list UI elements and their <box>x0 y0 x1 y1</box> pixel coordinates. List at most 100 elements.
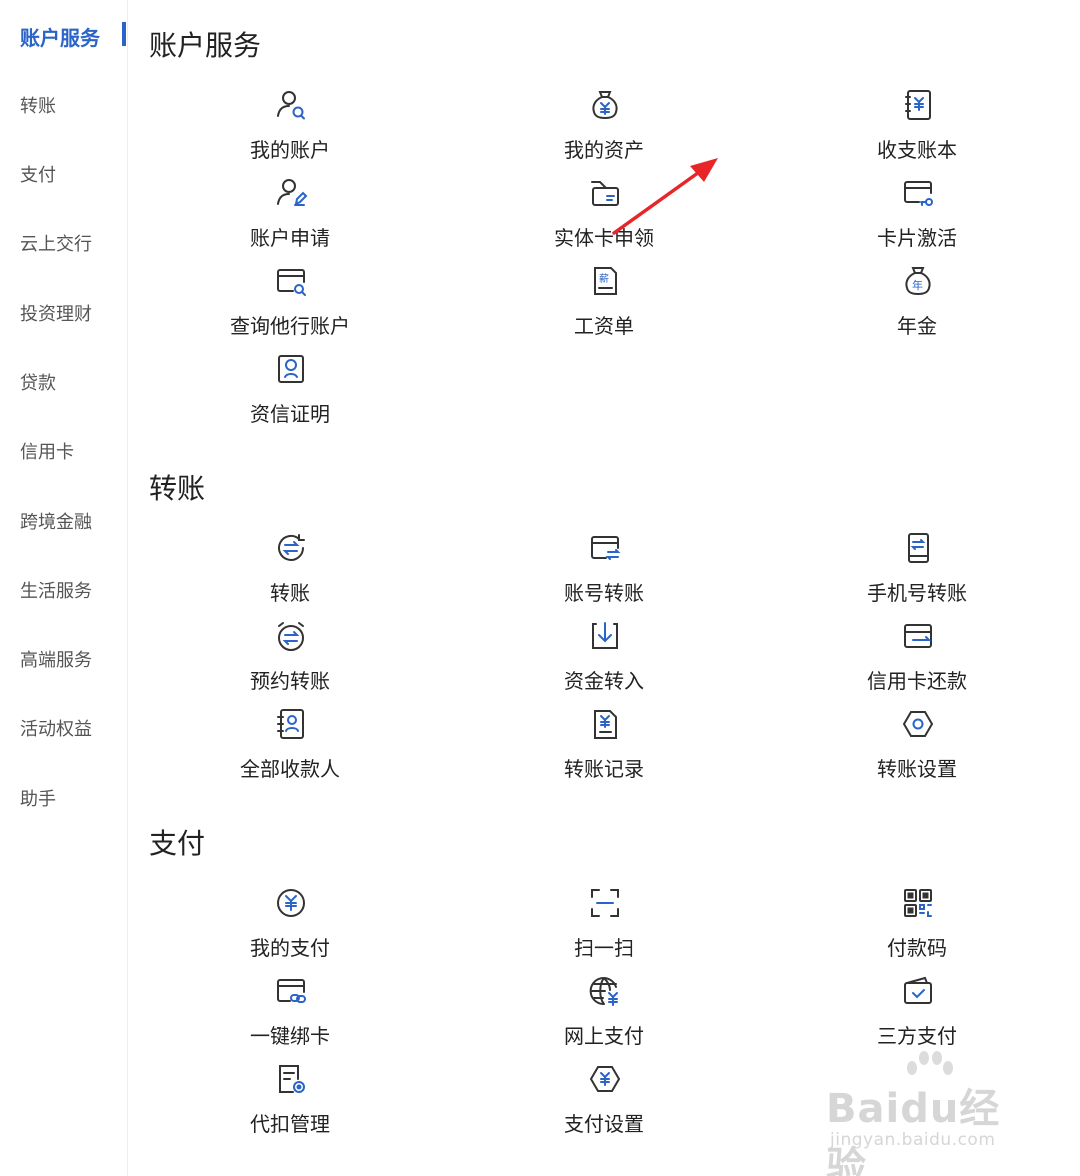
tile-phone-transfer[interactable]: 手机号转账 <box>827 531 1007 615</box>
tile-scheduled-transfer[interactable]: 预约转账 <box>200 619 380 703</box>
tile-label: 转账设置 <box>877 757 957 781</box>
tile-credit-certificate[interactable]: 资信证明 <box>200 352 380 436</box>
sidebar-item-payment[interactable]: 支付 <box>20 161 56 187</box>
tile-label: 支付设置 <box>564 1112 644 1136</box>
section-title-transfer: 转账 <box>149 472 206 505</box>
payee-book-icon <box>274 707 308 741</box>
tile-label: 我的支付 <box>250 936 330 960</box>
active-indicator <box>122 22 126 46</box>
account-edit-icon <box>274 176 308 210</box>
tile-label: 账号转账 <box>564 581 644 605</box>
hexagon-settings-icon <box>901 707 935 741</box>
baidu-watermark: Baidu经验 jingyan.baidu.com <box>826 1050 1036 1176</box>
credit-card-repay-icon <box>901 619 935 653</box>
sidebar-item-loans[interactable]: 贷款 <box>20 369 56 395</box>
sidebar-item-premium[interactable]: 高端服务 <box>20 646 92 672</box>
tile-label: 年金 <box>897 314 937 338</box>
account-search-icon <box>274 88 308 122</box>
tile-transfer[interactable]: 转账 <box>200 531 380 615</box>
sidebar-item-cloud[interactable]: 云上交行 <box>20 230 92 256</box>
card-search-icon <box>274 264 308 298</box>
main-content: 账户服务 我的账户 我的资产 收支账本 账户申请 实体卡申领 卡片激活 查询他行… <box>128 0 1080 1176</box>
tile-payment-settings[interactable]: 支付设置 <box>514 1062 694 1146</box>
tile-label: 查询他行账户 <box>230 314 350 338</box>
sidebar-item-assistant[interactable]: 助手 <box>20 785 56 811</box>
globe-yuan-icon <box>588 974 622 1008</box>
tile-third-party-payment[interactable]: 三方支付 <box>827 974 1007 1058</box>
tile-label: 转账 <box>270 581 310 605</box>
tile-one-click-bind[interactable]: 一键绑卡 <box>200 974 380 1058</box>
sidebar-item-credit-card[interactable]: 信用卡 <box>20 438 74 464</box>
tile-label: 付款码 <box>887 936 947 960</box>
ledger-yuan-icon <box>901 88 935 122</box>
tile-card-activation[interactable]: 卡片激活 <box>827 176 1007 260</box>
tile-label: 卡片激活 <box>877 226 957 250</box>
wallet-check-icon <box>901 974 935 1008</box>
svg-text:年: 年 <box>912 278 923 292</box>
tile-label: 三方支付 <box>877 1024 957 1048</box>
certificate-icon <box>274 352 308 386</box>
tile-scan[interactable]: 扫一扫 <box>514 886 694 970</box>
alarm-transfer-icon <box>274 619 308 653</box>
tile-fund-in[interactable]: 资金转入 <box>514 619 694 703</box>
tile-label: 转账记录 <box>564 757 644 781</box>
tile-my-account[interactable]: 我的账户 <box>200 88 380 172</box>
tile-label: 网上支付 <box>564 1024 644 1048</box>
sidebar-item-investment[interactable]: 投资理财 <box>20 300 92 326</box>
transfer-record-icon <box>588 707 622 741</box>
tile-label: 我的账户 <box>250 138 330 162</box>
section-title-payment: 支付 <box>149 827 206 860</box>
tile-salary-slip[interactable]: 薪 工资单 <box>514 264 694 348</box>
sidebar-item-account-services[interactable]: 账户服务 <box>20 22 100 51</box>
card-link-icon <box>274 974 308 1008</box>
money-bag-yuan-icon <box>588 88 622 122</box>
tile-transfer-record[interactable]: 转账记录 <box>514 707 694 791</box>
section-title-account: 账户服务 <box>149 29 262 62</box>
annuity-bag-icon: 年 <box>901 264 935 298</box>
qr-code-icon <box>901 886 935 920</box>
tile-label: 扫一扫 <box>574 936 634 960</box>
tile-label: 代扣管理 <box>250 1112 330 1136</box>
tile-payment-code[interactable]: 付款码 <box>827 886 1007 970</box>
salary-slip-icon: 薪 <box>588 264 622 298</box>
tile-label: 资金转入 <box>564 669 644 693</box>
tile-label: 预约转账 <box>250 669 330 693</box>
fund-in-icon <box>588 619 622 653</box>
tile-account-apply[interactable]: 账户申请 <box>200 176 380 260</box>
tile-account-transfer[interactable]: 账号转账 <box>514 531 694 615</box>
tile-label: 全部收款人 <box>240 757 340 781</box>
sidebar: 账户服务 转账 支付 云上交行 投资理财 贷款 信用卡 跨境金融 生活服务 高端… <box>0 0 128 1176</box>
tile-credit-repay[interactable]: 信用卡还款 <box>827 619 1007 703</box>
phone-transfer-icon <box>901 531 935 565</box>
tile-label: 手机号转账 <box>867 581 967 605</box>
tile-ledger[interactable]: 收支账本 <box>827 88 1007 172</box>
card-transfer-icon <box>588 531 622 565</box>
sidebar-item-activities[interactable]: 活动权益 <box>20 715 92 741</box>
tile-label: 资信证明 <box>250 402 330 426</box>
card-key-icon <box>901 176 935 210</box>
tile-label: 一键绑卡 <box>250 1024 330 1048</box>
tile-label: 信用卡还款 <box>867 669 967 693</box>
doc-settings-icon <box>274 1062 308 1096</box>
watermark-main-text: Baidu经验 <box>826 1086 1001 1176</box>
sidebar-item-life[interactable]: 生活服务 <box>20 577 92 603</box>
sidebar-item-crossborder[interactable]: 跨境金融 <box>20 508 92 534</box>
tile-all-payees[interactable]: 全部收款人 <box>200 707 380 791</box>
annotation-arrow <box>612 158 718 235</box>
transfer-circle-icon <box>274 531 308 565</box>
tile-label: 工资单 <box>574 314 634 338</box>
tile-label: 账户申请 <box>250 226 330 250</box>
tile-transfer-settings[interactable]: 转账设置 <box>827 707 1007 791</box>
yuan-circle-icon <box>274 886 308 920</box>
svg-text:薪: 薪 <box>599 273 609 285</box>
sidebar-item-transfer[interactable]: 转账 <box>20 92 56 118</box>
watermark-sub-text: jingyan.baidu.com <box>830 1130 996 1150</box>
hexagon-yuan-icon <box>588 1062 622 1096</box>
tile-label: 收支账本 <box>877 138 957 162</box>
tile-annuity[interactable]: 年 年金 <box>827 264 1007 348</box>
tile-auto-debit[interactable]: 代扣管理 <box>200 1062 380 1146</box>
tile-my-payment[interactable]: 我的支付 <box>200 886 380 970</box>
tile-other-bank-query[interactable]: 查询他行账户 <box>200 264 380 348</box>
scan-icon <box>588 886 622 920</box>
tile-online-payment[interactable]: 网上支付 <box>514 974 694 1058</box>
